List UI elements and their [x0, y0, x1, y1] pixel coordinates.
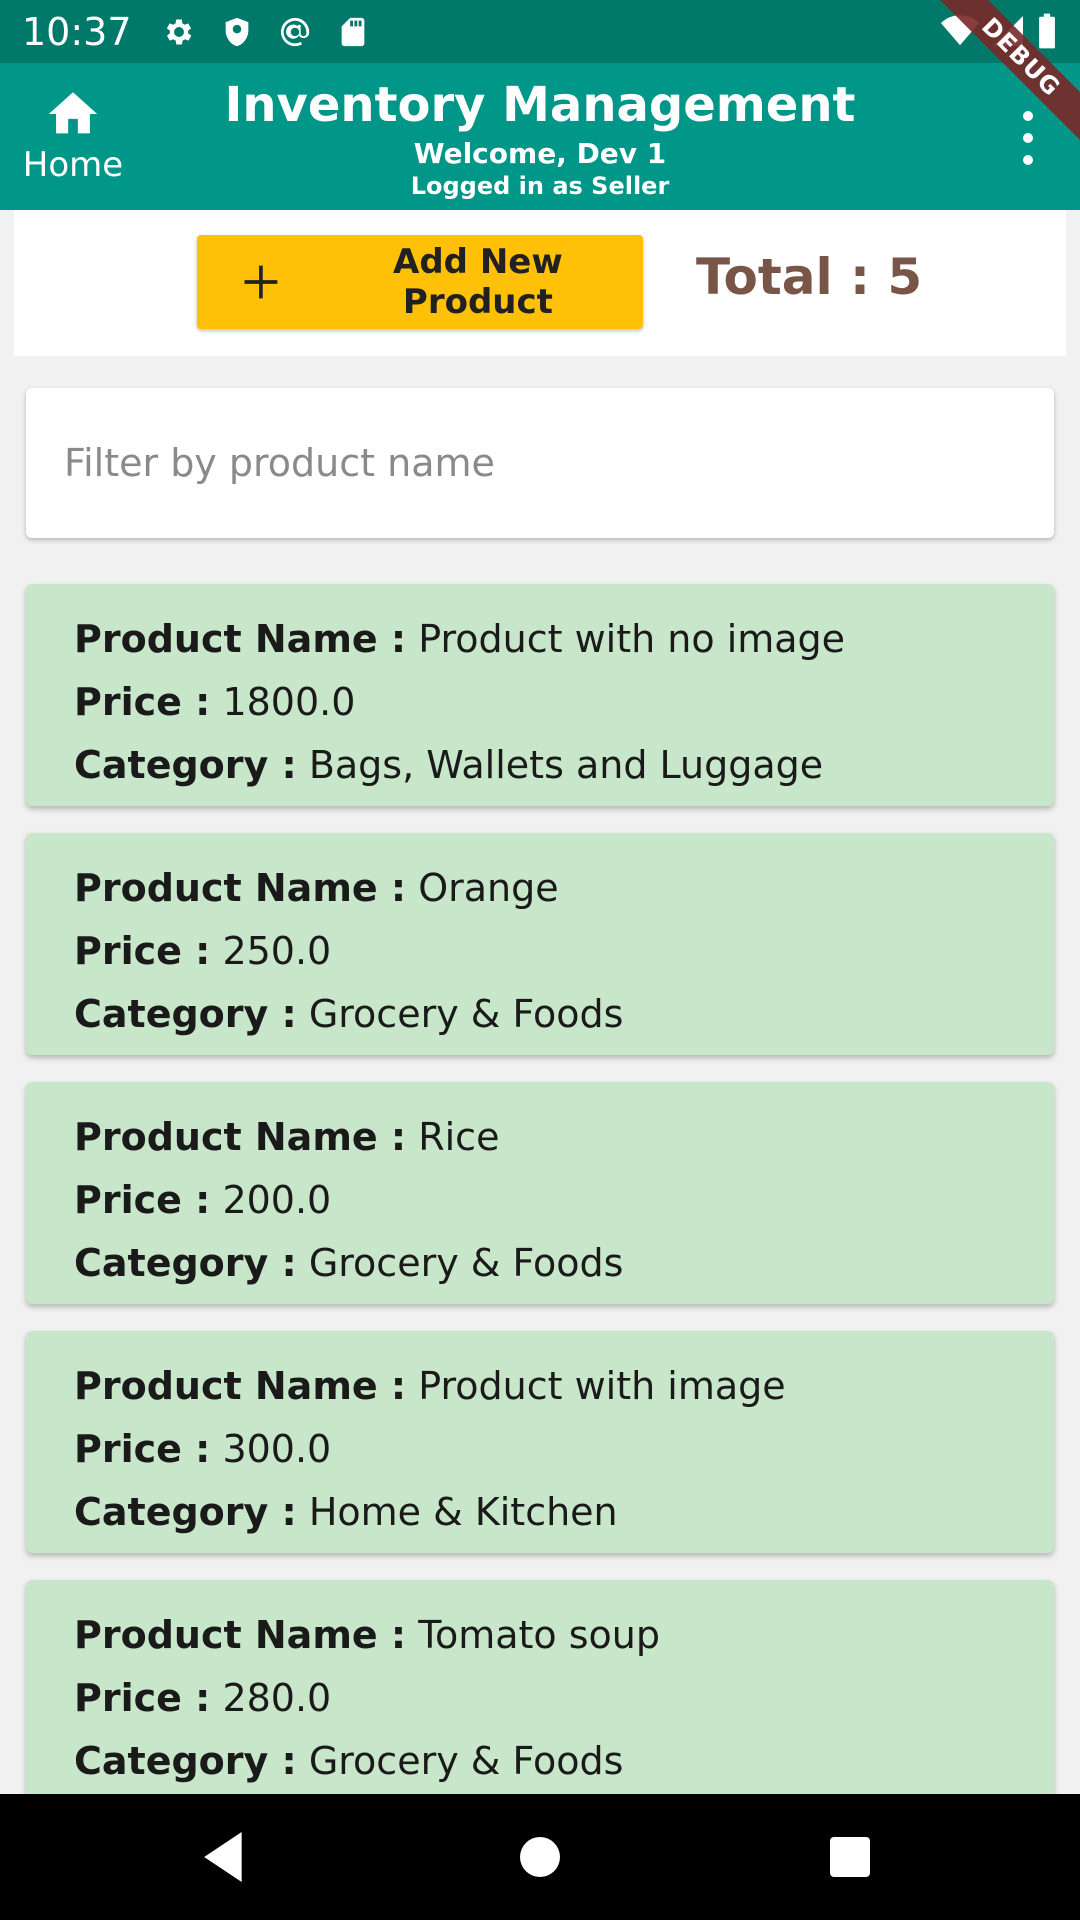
product-price-value: 280.0 — [222, 1676, 332, 1720]
product-category-row: Category : Grocery & Foods — [74, 1232, 1054, 1295]
product-category-value: Grocery & Foods — [308, 992, 624, 1036]
product-price-label: Price : — [74, 1427, 211, 1471]
product-category-row: Category : Grocery & Foods — [74, 1730, 1054, 1793]
product-name-value: Tomato soup — [418, 1613, 661, 1657]
product-name-label: Product Name : — [74, 617, 407, 661]
product-name-row: Product Name : Tomato soup — [74, 1604, 1054, 1667]
product-price-row: Price : 1800.0 — [74, 671, 1054, 734]
product-price-row: Price : 300.0 — [74, 1418, 1054, 1481]
wifi-icon — [941, 15, 979, 46]
product-card[interactable]: Product Name : Rice Price : 200.0 Category… — [26, 1082, 1054, 1304]
add-new-product-button[interactable]: Add New Product — [197, 235, 643, 329]
product-price-label: Price : — [74, 1178, 211, 1222]
at-sign-icon — [280, 17, 309, 46]
product-price-value: 300.0 — [222, 1427, 332, 1471]
back-button[interactable] — [192, 1824, 258, 1890]
product-category-row: Category : Bags, Wallets and Luggage — [74, 734, 1054, 797]
product-category-label: Category : — [74, 992, 297, 1036]
home-label: Home — [22, 145, 124, 185]
product-category-value: Grocery & Foods — [308, 1739, 624, 1783]
sd-card-icon — [341, 17, 364, 46]
product-category-value: Grocery & Foods — [308, 1241, 624, 1285]
product-price-label: Price : — [74, 929, 211, 973]
more-vert-icon-dot — [1023, 133, 1033, 143]
product-card[interactable]: Product Name : Orange Price : 250.0 Catego… — [26, 833, 1054, 1055]
product-name-label: Product Name : — [74, 1115, 407, 1159]
welcome-text: Welcome, Dev 1 — [413, 137, 667, 170]
product-card[interactable]: Product Name : Tomato soup Price : 280.0 C… — [26, 1580, 1054, 1802]
more-vert-icon-dot — [1023, 111, 1033, 121]
product-price-row: Price : 280.0 — [74, 1667, 1054, 1730]
page-title: Inventory Management — [224, 77, 856, 133]
product-name-value: Product with image — [418, 1364, 786, 1408]
product-category-row: Category : Home & Kitchen — [74, 1481, 1054, 1544]
product-category-value: Home & Kitchen — [308, 1490, 618, 1534]
home-icon — [48, 92, 98, 134]
product-name-label: Product Name : — [74, 866, 407, 910]
recents-button[interactable] — [817, 1824, 883, 1890]
product-name-row: Product Name : Orange — [74, 857, 1054, 920]
gear-icon — [166, 19, 191, 44]
product-category-label: Category : — [74, 743, 297, 787]
back-icon — [204, 1832, 242, 1882]
role-text: Logged in as Seller — [410, 172, 670, 200]
add-new-product-label: Add New Product — [393, 242, 563, 322]
product-price-label: Price : — [74, 1676, 211, 1720]
product-name-row: Product Name : Rice — [74, 1106, 1054, 1169]
product-price-row: Price : 250.0 — [74, 920, 1054, 983]
overflow-menu-button[interactable] — [1006, 111, 1050, 165]
product-price-value: 250.0 — [222, 929, 332, 973]
product-category-value: Bags, Wallets and Luggage — [308, 743, 824, 787]
product-price-value: 1800.0 — [222, 680, 356, 724]
home-button[interactable]: Home — [18, 85, 128, 195]
action-panel: Add New Product Total : 5 — [14, 210, 1066, 356]
filter-input[interactable] — [26, 388, 1054, 538]
product-category-label: Category : — [74, 1490, 297, 1534]
status-time: 10:37 — [22, 9, 132, 54]
product-name-row: Product Name : Product with no image — [74, 608, 1054, 671]
product-category-label: Category : — [74, 1241, 297, 1285]
battery-icon — [1039, 13, 1055, 49]
product-price-value: 200.0 — [222, 1178, 332, 1222]
plus-icon — [244, 265, 278, 299]
shield-icon — [225, 17, 248, 46]
recents-icon — [830, 1837, 870, 1877]
product-price-label: Price : — [74, 680, 211, 724]
product-name-value: Rice — [418, 1115, 500, 1159]
signal-icon — [993, 16, 1023, 46]
product-name-row: Product Name : Product with image — [74, 1355, 1054, 1418]
filter-field[interactable] — [26, 388, 1054, 538]
product-price-row: Price : 200.0 — [74, 1169, 1054, 1232]
total-count: Total : 5 — [696, 248, 923, 306]
product-name-value: Orange — [418, 866, 559, 910]
more-vert-icon-dot — [1023, 155, 1033, 165]
system-nav-bar — [0, 1794, 1080, 1920]
app-bar: Home Inventory Management Welcome, Dev 1… — [0, 63, 1080, 210]
app-bar-titles: Inventory Management Welcome, Dev 1 Logg… — [200, 73, 880, 201]
product-name-label: Product Name : — [74, 1364, 407, 1408]
home-nav-button[interactable] — [507, 1824, 573, 1890]
product-category-label: Category : — [74, 1739, 297, 1783]
status-right-icons — [930, 12, 1058, 50]
product-card[interactable]: Product Name : Product with no image Pric… — [26, 584, 1054, 806]
product-category-row: Category : Grocery & Foods — [74, 983, 1054, 1046]
product-name-value: Product with no image — [418, 617, 846, 661]
product-name-label: Product Name : — [74, 1613, 407, 1657]
product-list: Product Name : Product with no image Pric… — [26, 584, 1054, 1829]
status-bar: 10:37 — [0, 0, 1080, 63]
home-circle-icon — [520, 1837, 560, 1877]
product-card[interactable]: Product Name : Product with image Price :… — [26, 1331, 1054, 1553]
